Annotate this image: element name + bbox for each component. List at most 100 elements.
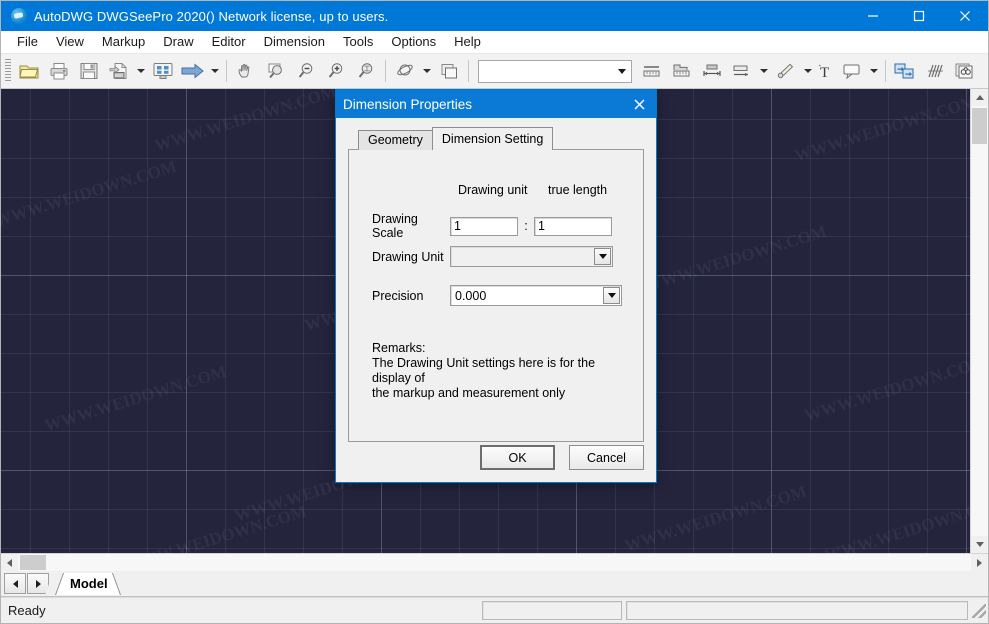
precision-row: Precision 0.000 [372, 285, 622, 306]
orbit-icon[interactable] [390, 57, 420, 85]
app-logo-icon [11, 8, 27, 24]
watermark-text: WWW.WEIDOWN.COM [42, 362, 229, 436]
menu-bar: File View Markup Draw Editor Dimension T… [1, 31, 988, 54]
precision-value: 0.000 [451, 289, 486, 303]
dialog-body: Geometry Dimension Setting Drawing unit … [336, 118, 656, 482]
dialog-tab-strip: Geometry Dimension Setting [348, 128, 644, 150]
vertical-scroll-track[interactable] [971, 106, 988, 536]
zoom-window-icon[interactable] [261, 57, 291, 85]
drawing-scale-right-input[interactable]: 1 [534, 217, 612, 236]
measure-linear-icon[interactable] [727, 57, 757, 85]
dimension-properties-dialog: Dimension Properties Geometry Dimension … [335, 89, 657, 483]
horizontal-scroll-track[interactable] [18, 554, 971, 571]
measure-distance-icon[interactable] [637, 57, 667, 85]
title-bar: AutoDWG DWGSeePro 2020() Network license… [1, 1, 988, 31]
remarks-title: Remarks: [372, 341, 630, 356]
status-message: Ready [1, 603, 482, 618]
orbit-dropdown-caret-icon[interactable] [420, 57, 434, 85]
status-pane-2 [626, 601, 968, 620]
remarks-line-2: the markup and measurement only [372, 386, 630, 401]
resize-grip-icon[interactable] [972, 604, 986, 618]
watermark-text: WWW.WEIDOWN.COM [822, 492, 970, 553]
watermark-text: WWW.WEIDOWN.COM [792, 92, 970, 166]
tab-geometry[interactable]: Geometry [358, 130, 433, 150]
scroll-up-icon[interactable] [971, 89, 988, 106]
menu-item-draw[interactable]: Draw [154, 32, 202, 52]
sheet-tab-model[interactable]: Model [54, 573, 122, 595]
callout-icon[interactable] [837, 57, 867, 85]
compare-drawings-icon[interactable] [890, 57, 920, 85]
precision-label: Precision [372, 289, 450, 303]
remarks-line-1: The Drawing Unit settings here is for th… [372, 356, 630, 386]
measure-area-icon[interactable] [667, 57, 697, 85]
menu-item-editor[interactable]: Editor [203, 32, 255, 52]
markup-pen-dropdown-caret-icon[interactable] [801, 57, 815, 85]
menu-item-tools[interactable]: Tools [334, 32, 382, 52]
tab-dimension-setting[interactable]: Dimension Setting [432, 127, 553, 150]
maximize-icon[interactable] [896, 1, 942, 31]
dimension-setting-panel: Drawing unit true length Drawing Scale 1… [348, 149, 644, 442]
zoom-extents-icon[interactable] [351, 57, 381, 85]
export-image-icon[interactable]: IMG [104, 57, 134, 85]
drawing-unit-row: Drawing Unit [372, 246, 613, 267]
drawing-scale-separator: : [518, 219, 534, 233]
zoom-in-icon[interactable] [321, 57, 351, 85]
zoom-out-icon[interactable] [291, 57, 321, 85]
scroll-left-icon[interactable] [1, 554, 18, 571]
measure-dropdown-caret-icon[interactable] [757, 57, 771, 85]
cancel-button[interactable]: Cancel [569, 445, 644, 470]
export-image-dropdown-caret-icon[interactable] [134, 57, 148, 85]
layer-combo-box[interactable] [478, 60, 632, 83]
text-tool-icon[interactable]: T [815, 57, 837, 85]
vertical-scrollbar[interactable] [970, 89, 988, 553]
watermark-text: WWW.WEIDOWN.COM [622, 482, 809, 553]
layers-icon[interactable] [434, 57, 464, 85]
markup-pen-icon[interactable] [771, 57, 801, 85]
view-layout-icon[interactable] [148, 57, 178, 85]
remarks-block: Remarks: The Drawing Unit settings here … [372, 341, 630, 401]
toolbar-grip[interactable] [5, 59, 11, 83]
chevron-down-icon[interactable] [603, 287, 620, 304]
scroll-down-icon[interactable] [971, 536, 988, 553]
vertical-scroll-thumb[interactable] [972, 108, 987, 144]
menu-item-dimension[interactable]: Dimension [255, 32, 334, 52]
close-icon[interactable] [622, 90, 656, 118]
print-icon[interactable] [44, 57, 74, 85]
scroll-right-icon[interactable] [971, 554, 988, 571]
minimize-icon[interactable] [850, 1, 896, 31]
save-icon[interactable] [74, 57, 104, 85]
dialog-button-row: OK Cancel [466, 445, 644, 470]
close-icon[interactable] [942, 1, 988, 31]
next-arrow-icon[interactable] [178, 57, 208, 85]
chevron-down-icon[interactable] [613, 61, 630, 82]
hatch-icon[interactable] [920, 57, 950, 85]
next-arrow-dropdown-caret-icon[interactable] [208, 57, 222, 85]
callout-dropdown-caret-icon[interactable] [867, 57, 881, 85]
menu-item-file[interactable]: File [8, 32, 47, 52]
open-file-icon[interactable] [14, 57, 44, 85]
toolbar-separator [468, 60, 469, 82]
drawing-scale-row: Drawing Scale 1 : 1 [372, 212, 612, 240]
status-bar: Ready [1, 597, 988, 623]
tab-prev-icon[interactable] [4, 573, 26, 594]
svg-text:IMG: IMG [115, 73, 124, 78]
main-toolbar: IMG [1, 54, 988, 89]
watermark-text: WWW.WEIDOWN.COM [1, 157, 179, 231]
precision-combo[interactable]: 0.000 [450, 285, 622, 306]
measure-dimension-icon[interactable] [697, 57, 727, 85]
menu-item-help[interactable]: Help [445, 32, 490, 52]
horizontal-scrollbar[interactable] [1, 553, 988, 571]
menu-item-markup[interactable]: Markup [93, 32, 154, 52]
pan-hand-icon[interactable] [231, 57, 261, 85]
chevron-down-icon[interactable] [594, 248, 611, 265]
menu-item-options[interactable]: Options [382, 32, 445, 52]
drawing-unit-label: Drawing Unit [372, 250, 450, 264]
ok-button[interactable]: OK [480, 445, 555, 470]
drawing-scale-left-input[interactable]: 1 [450, 217, 518, 236]
find-compare-icon[interactable] [950, 57, 980, 85]
drawing-unit-combo[interactable] [450, 246, 613, 267]
window-controls [850, 1, 988, 31]
horizontal-scroll-thumb[interactable] [20, 555, 46, 570]
menu-item-view[interactable]: View [47, 32, 93, 52]
drawing-canvas[interactable]: WWW.WEIDOWN.COM WWW.WEIDOWN.COM WWW.WEID… [1, 89, 970, 553]
